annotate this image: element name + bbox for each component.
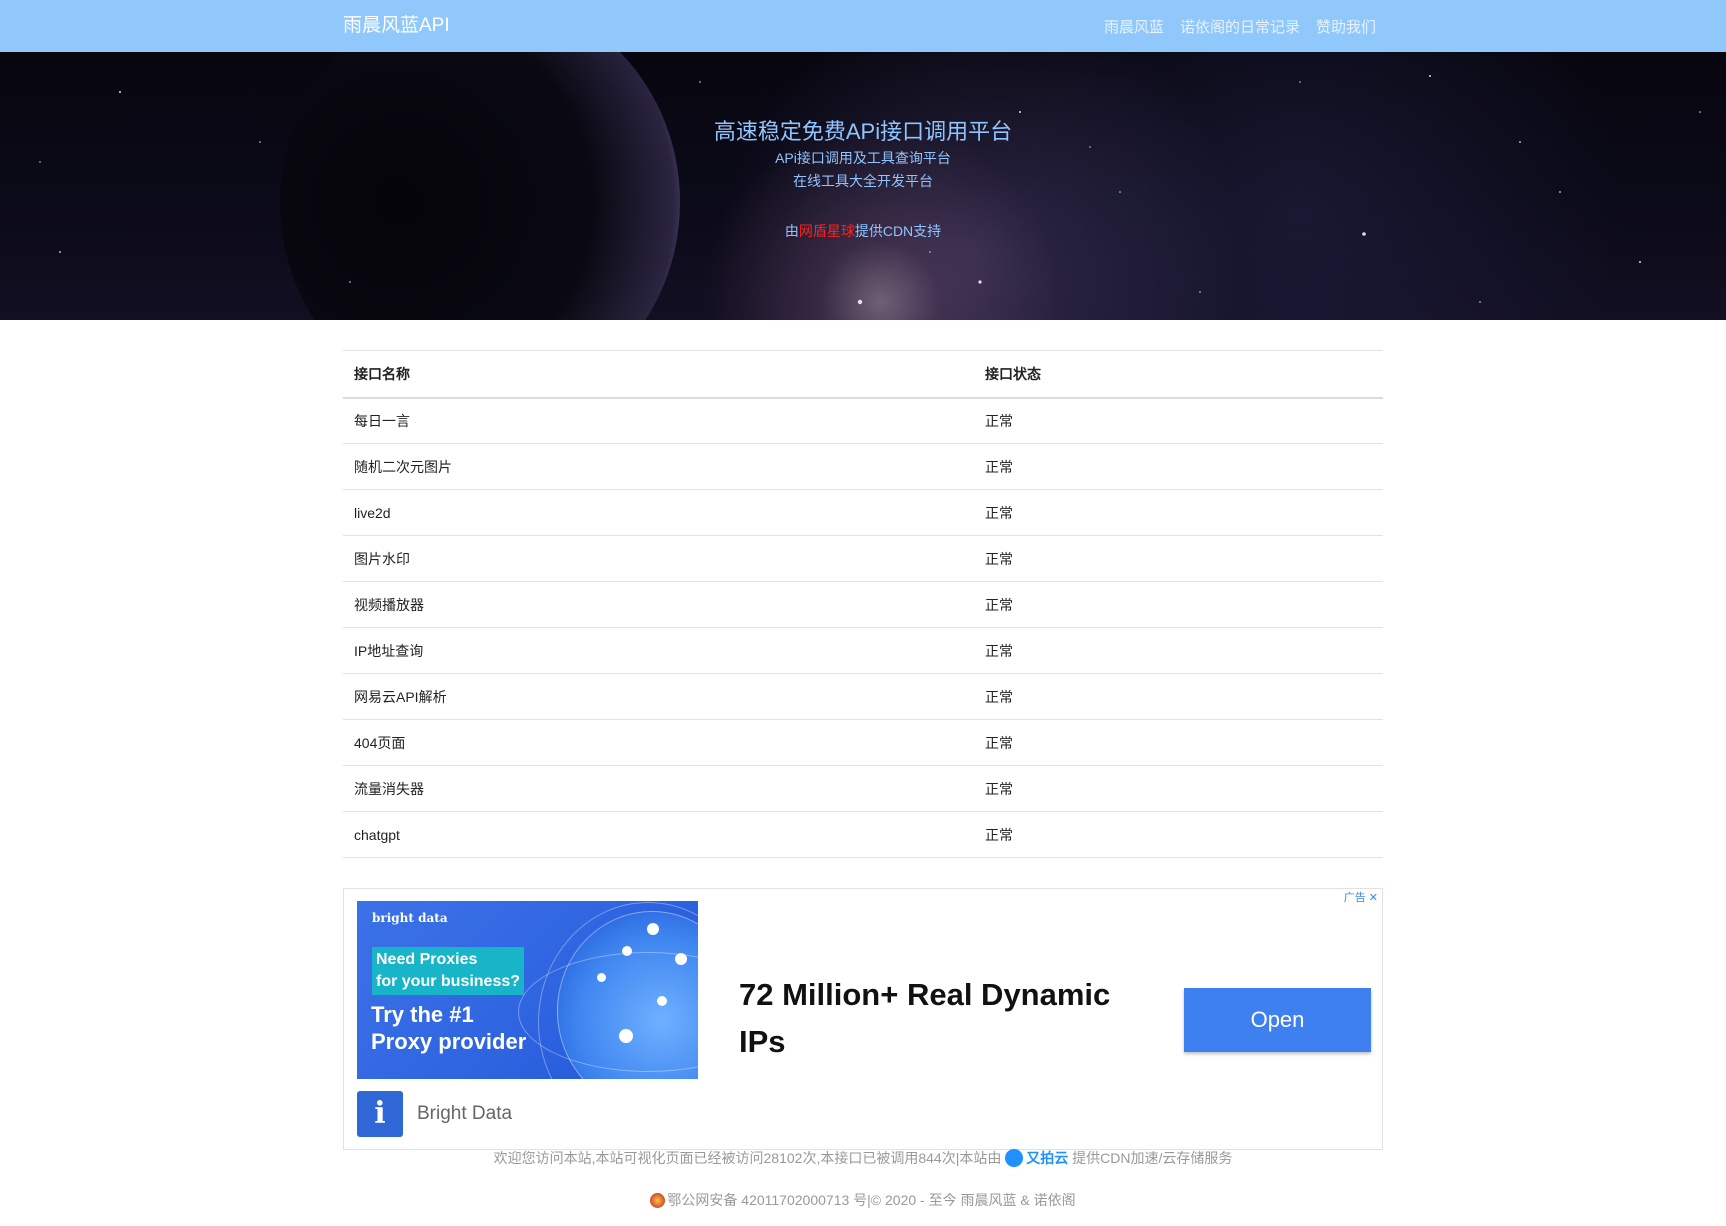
- cdn-suffix: 提供CDN支持: [854, 223, 942, 239]
- api-status-cell: 正常: [974, 719, 1383, 766]
- map-pin-icon: [647, 923, 659, 935]
- table-row: 视频播放器 正常: [343, 581, 1383, 628]
- api-status-cell: 正常: [974, 765, 1383, 812]
- ad-need-line2: for your business?: [376, 973, 521, 990]
- ad-need-line1: Need Proxies: [376, 951, 478, 968]
- upyun-label: 又拍云: [1026, 1150, 1069, 1166]
- map-pin-icon: [619, 1029, 633, 1043]
- ad-close-flag[interactable]: 广告 ✕: [1344, 889, 1378, 905]
- api-status-cell: 正常: [974, 627, 1383, 674]
- upyun-link[interactable]: 又拍云: [1005, 1149, 1069, 1167]
- api-status-cell: 正常: [974, 535, 1383, 582]
- table-row: chatgpt 正常: [343, 811, 1383, 858]
- ad-image-pitch: Try the #1 Proxy provider: [371, 1001, 526, 1055]
- hero-subtitle-tools: 在线工具大全开发平台: [793, 173, 933, 189]
- ad-try-line1: Try the #1: [371, 1002, 474, 1027]
- footer-visit-stats: 欢迎您访问本站,本站可视化页面已经被访问28102次,本接口已被调用844次|本…: [493, 1150, 1002, 1166]
- api-name-cell: 随机二次元图片: [343, 443, 974, 490]
- nav-link-daily-log[interactable]: 诺依阁的日常记录: [1180, 16, 1300, 37]
- ad-open-button[interactable]: Open: [1184, 988, 1371, 1052]
- cdn-prefix: 由: [784, 223, 799, 239]
- ad-banner[interactable]: 广告 ✕ bright data Need Proxies for your b…: [343, 888, 1383, 1150]
- globe-ring: [538, 902, 698, 1079]
- table-row: live2d 正常: [343, 489, 1383, 536]
- table-row: 图片水印 正常: [343, 535, 1383, 582]
- cdn-provider-link[interactable]: 网盾星球: [799, 223, 855, 239]
- table-row: 网易云API解析 正常: [343, 673, 1383, 720]
- ad-image[interactable]: bright data Need Proxies for your busine…: [357, 901, 698, 1079]
- api-status-cell: 正常: [974, 443, 1383, 490]
- table-row: IP地址查询 正常: [343, 627, 1383, 674]
- api-name-cell: 网易云API解析: [343, 673, 974, 720]
- nav-link-yuchen[interactable]: 雨晨风蓝: [1104, 16, 1164, 37]
- hero-subtitle-api: APi接口调用及工具查询平台: [775, 150, 951, 166]
- api-name-cell: live2d: [343, 489, 974, 536]
- map-pin-icon: [657, 996, 667, 1006]
- footer-icp-link[interactable]: 鄂公网安备 42011702000713 号|© 2020 - 至今 雨晨风蓝 …: [667, 1192, 1075, 1208]
- navbar: 雨晨风蓝API 雨晨风蓝 诺依阁的日常记录 赞助我们: [0, 0, 1726, 52]
- ad-image-brand: bright data: [372, 911, 448, 925]
- footer-stats: 欢迎您访问本站,本站可视化页面已经被访问28102次,本接口已被调用844次|本…: [0, 1148, 1726, 1168]
- api-status-cell: 正常: [974, 397, 1383, 444]
- hero-banner: 高速稳定免费APi接口调用平台 APi接口调用及工具查询平台 在线工具大全开发平…: [0, 52, 1726, 320]
- table-row: 404页面 正常: [343, 719, 1383, 766]
- site-brand-link[interactable]: 雨晨风蓝API: [343, 0, 450, 52]
- table-row: 流量消失器 正常: [343, 765, 1383, 812]
- api-name-cell: IP地址查询: [343, 627, 974, 674]
- police-badge-icon: [650, 1193, 666, 1208]
- ad-headline[interactable]: 72 Million+ Real Dynamic IPs: [739, 971, 1159, 1065]
- footer-copyright: 鄂公网安备 42011702000713 号|© 2020 - 至今 雨晨风蓝 …: [0, 1190, 1726, 1210]
- api-status-cell: 正常: [974, 811, 1383, 858]
- map-pin-icon: [622, 946, 632, 956]
- table-row: 每日一言 正常: [343, 397, 1383, 444]
- api-status-table: 接口名称 接口状态 每日一言 正常 随机二次元图片 正常 live2d 正常 图…: [343, 350, 1383, 858]
- map-pin-icon: [597, 973, 606, 982]
- api-name-cell: chatgpt: [343, 811, 974, 858]
- nav-link-sponsor[interactable]: 赞助我们: [1316, 16, 1376, 37]
- table-header-row: 接口名称 接口状态: [343, 350, 1383, 399]
- api-name-cell: 流量消失器: [343, 765, 974, 812]
- column-header-name: 接口名称: [343, 350, 974, 399]
- info-icon[interactable]: i: [357, 1091, 403, 1137]
- table-row: 随机二次元图片 正常: [343, 443, 1383, 490]
- globe-graphic: [518, 902, 698, 1079]
- ad-advertiser-name[interactable]: Bright Data: [417, 1103, 512, 1125]
- upyun-logo-icon: [1005, 1149, 1024, 1167]
- api-name-cell: 视频播放器: [343, 581, 974, 628]
- map-pin-icon: [675, 953, 687, 965]
- api-status-cell: 正常: [974, 581, 1383, 628]
- api-name-cell: 404页面: [343, 719, 974, 766]
- hero-title: 高速稳定免费APi接口调用平台: [713, 119, 1013, 144]
- api-name-cell: 每日一言: [343, 397, 974, 444]
- column-header-status: 接口状态: [974, 350, 1383, 399]
- ad-image-tagline: Need Proxies for your business?: [372, 947, 525, 995]
- api-status-cell: 正常: [974, 673, 1383, 720]
- api-status-cell: 正常: [974, 489, 1383, 536]
- nav-links: 雨晨风蓝 诺依阁的日常记录 赞助我们: [1104, 0, 1376, 52]
- hero-cdn-note: 由网盾星球提供CDN支持: [0, 221, 1726, 241]
- api-name-cell: 图片水印: [343, 535, 974, 582]
- footer-cdn-service: 提供CDN加速/云存储服务: [1072, 1150, 1233, 1166]
- ad-try-line2: Proxy provider: [371, 1029, 527, 1054]
